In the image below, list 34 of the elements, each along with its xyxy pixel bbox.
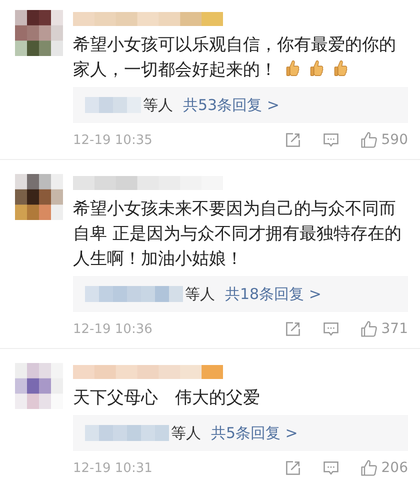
like-icon[interactable]	[360, 131, 378, 149]
comment-icon[interactable]	[322, 320, 340, 338]
like-icon[interactable]	[360, 459, 378, 477]
thumbs-up-emoji-icon	[285, 59, 301, 78]
like-count: 590	[381, 132, 408, 148]
replies-link[interactable]: 共5条回复 >	[211, 424, 298, 442]
blurred-name	[85, 97, 141, 113]
repliers-label: 等人	[143, 96, 173, 114]
share-icon[interactable]	[284, 459, 302, 477]
like-count: 371	[381, 321, 408, 337]
replies-panel[interactable]: 等人 共18条回复 >	[73, 276, 408, 312]
thumbs-up-emoji-icon	[333, 59, 349, 78]
repliers-label: 等人	[185, 284, 215, 304]
timestamp: 12-19 10:36	[73, 322, 152, 336]
timestamp: 12-19 10:31	[73, 460, 152, 476]
replies-link[interactable]: 共53条回复 >	[183, 96, 280, 114]
like-icon[interactable]	[360, 320, 378, 338]
share-icon[interactable]	[284, 320, 302, 338]
thumbs-up-emoji-icon	[309, 59, 325, 78]
repliers-label: 等人	[171, 424, 201, 442]
replies-panel[interactable]: 等人 共5条回复 >	[73, 415, 408, 451]
share-icon[interactable]	[284, 131, 302, 149]
comment-icon[interactable]	[322, 459, 340, 477]
blurred-avatar[interactable]	[15, 10, 63, 56]
comment-text: 希望小女孩可以乐观自信，你有最爱的你的家人，一切都会好起来的！	[73, 34, 397, 82]
comment-text: 希望小女孩未来不要因为自己的与众不同而自卑 正是因为与众不同才拥有最独特存在的人生啊！加油小姑娘！	[73, 198, 402, 271]
replies-link[interactable]: 共18条回复 >	[225, 284, 322, 304]
blurred-name[interactable]	[73, 365, 223, 379]
comment-text: 天下父母心 伟大的父爱	[73, 387, 261, 410]
comment-icon[interactable]	[322, 131, 340, 149]
blurred-avatar[interactable]	[15, 174, 63, 220]
replies-panel[interactable]: 等人 共53条回复 >	[73, 87, 408, 123]
timestamp: 12-19 10:35	[73, 132, 152, 148]
like-count: 206	[381, 460, 408, 476]
